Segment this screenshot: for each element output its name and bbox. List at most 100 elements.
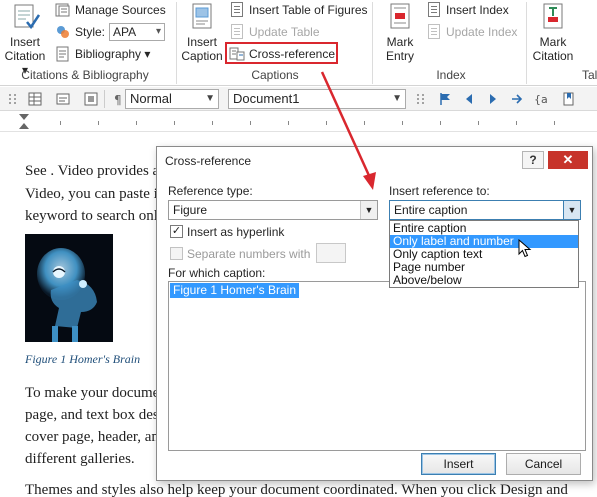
horizontal-ruler[interactable] [0, 112, 597, 132]
citations-group-label: Citations & Bibliography [21, 68, 149, 82]
update-index-button[interactable]: Update Index [426, 22, 517, 42]
go-to-icon[interactable] [510, 92, 524, 106]
reference-type-select[interactable]: Figure ▼ [168, 200, 378, 220]
manage-sources-icon [55, 2, 71, 18]
document-select[interactable]: Document1 ▼ [228, 89, 406, 109]
hanging-indent-marker[interactable] [19, 123, 29, 129]
insert-citation-button[interactable]: Insert Citation ▾ [2, 2, 48, 77]
bibliography-icon [55, 46, 71, 62]
chevron-down-icon: ▼ [392, 93, 402, 104]
update-table-label: Update Table [249, 25, 320, 39]
close-button[interactable]: ✕ [548, 151, 588, 169]
ruler-tick [60, 121, 61, 125]
mark-entry-label-1: Mark [386, 35, 414, 49]
insert-as-hyperlink-checkbox[interactable]: ✓ [170, 225, 183, 238]
update-index-label: Update Index [446, 25, 518, 39]
bibliography-button[interactable]: Bibliography ▾ [55, 44, 150, 64]
manage-sources-button[interactable]: Manage Sources [55, 0, 166, 20]
insert-as-hyperlink-label: Insert as hyperlink [187, 225, 285, 239]
field-codes-icon[interactable]: {a} [534, 92, 555, 106]
doc-para3-line-1: Themes and styles also help keep your do… [25, 482, 568, 497]
captions-group-label: Captions [251, 68, 299, 82]
figure-caption: Figure 1 Homer's Brain [25, 352, 141, 366]
bookmark-icon[interactable] [562, 92, 576, 106]
citation-style-select[interactable]: APA [109, 23, 166, 41]
previous-icon[interactable] [462, 92, 476, 106]
mark-citation-label-1: Mark [539, 35, 567, 49]
grip-icon [414, 92, 428, 106]
insert-citation-label-1: Insert [9, 35, 40, 49]
toolbar-divider [104, 90, 105, 108]
insert-reference-to-dropdown[interactable]: Entire caption Only label and number Onl… [389, 220, 579, 288]
insert-reference-to-label: Insert reference to: [389, 184, 490, 198]
chevron-down-icon: ▼ [205, 93, 215, 104]
cross-reference-dialog: Cross-reference ? ✕ Reference type: Figu… [156, 146, 593, 481]
mark-entry-label-2: Entry [385, 49, 414, 63]
insert-caption-button[interactable]: Insert Caption [180, 2, 224, 63]
xray-image[interactable] [25, 234, 113, 342]
update-table-icon [229, 24, 245, 40]
insert-reference-to-select[interactable]: Entire caption ▼ [389, 200, 581, 220]
grip-icon [6, 92, 20, 106]
insert-caption-label-2: Caption [181, 49, 223, 63]
mark-citation-button[interactable]: Mark Citation [528, 2, 578, 63]
table-of-authorities-group-label: Tal [582, 68, 597, 82]
update-table-button[interactable]: Update Table [229, 22, 320, 42]
style-label: Style: [75, 25, 106, 39]
separate-numbers-label: Separate numbers with [187, 247, 311, 261]
table-icon[interactable] [28, 92, 42, 106]
caption-list[interactable]: Figure 1 Homer's Brain [168, 281, 586, 451]
ruler-tick [250, 121, 251, 125]
chevron-down-icon: ▼ [563, 201, 580, 219]
ruler-tick [478, 121, 479, 125]
bibliography-label: Bibliography ▾ [75, 47, 151, 61]
mark-citation-label-2: Citation [532, 49, 574, 63]
insert-index-icon [426, 2, 442, 18]
caption-list-item[interactable]: Figure 1 Homer's Brain [170, 283, 299, 298]
insert-table-of-figures-label: Insert Table of Figures [249, 3, 368, 17]
pilcrow-icon[interactable]: ¶ [112, 92, 126, 107]
cancel-button[interactable]: Cancel [506, 453, 581, 475]
ruler-tick [288, 121, 289, 125]
paragraph-style-value: Normal [130, 91, 172, 106]
reference-type-label: Reference type: [168, 184, 253, 198]
cross-reference-highlight-box [225, 42, 338, 64]
doc-para2-line-4: different galleries. [25, 451, 135, 467]
ruler-tick [364, 121, 365, 125]
text-box-icon[interactable] [56, 92, 70, 106]
ruler-tick [554, 121, 555, 125]
paragraph-style-select[interactable]: Normal ▼ [125, 89, 219, 109]
ruler-tick [326, 121, 327, 125]
group-divider [526, 2, 527, 84]
insert-button[interactable]: Insert [421, 453, 496, 475]
mark-entry-icon [385, 2, 415, 32]
separator-input[interactable] [316, 243, 346, 263]
update-index-icon [426, 24, 442, 40]
ruler-tick [174, 121, 175, 125]
ruler-tick [402, 121, 403, 125]
ribbon-references-tab: Insert Citation ▾ Manage Sources Style: … [0, 0, 597, 86]
mark-entry-button[interactable]: Mark Entry [376, 2, 424, 63]
insert-table-of-figures-button[interactable]: Insert Table of Figures [229, 0, 368, 20]
quick-format-toolbar: ¶ Normal ▼ Document1 ▼ {a} [0, 87, 597, 111]
manage-sources-label: Manage Sources [75, 3, 166, 17]
insert-index-button[interactable]: Insert Index [426, 0, 509, 20]
svg-text:{a}: {a} [534, 93, 548, 106]
dialog-title-bar[interactable]: Cross-reference ? ✕ [157, 147, 592, 175]
insert-index-label: Insert Index [446, 3, 509, 17]
mark-citation-icon [538, 2, 568, 32]
ruler-tick [98, 121, 99, 125]
separate-numbers-checkbox[interactable] [170, 247, 183, 260]
index-group-label: Index [436, 68, 466, 82]
dropdown-option-above-below[interactable]: Above/below [390, 274, 578, 287]
ruler-tick [136, 121, 137, 125]
next-icon[interactable] [486, 92, 500, 106]
form-field-icon[interactable] [84, 92, 98, 106]
first-line-indent-marker[interactable] [19, 114, 29, 120]
for-which-caption-label: For which caption: [168, 266, 266, 280]
insert-caption-label-1: Insert [186, 35, 217, 49]
flag-icon[interactable] [438, 92, 452, 106]
ruler-tick [516, 121, 517, 125]
style-row: Style: APA [55, 22, 166, 42]
help-button[interactable]: ? [522, 151, 544, 169]
